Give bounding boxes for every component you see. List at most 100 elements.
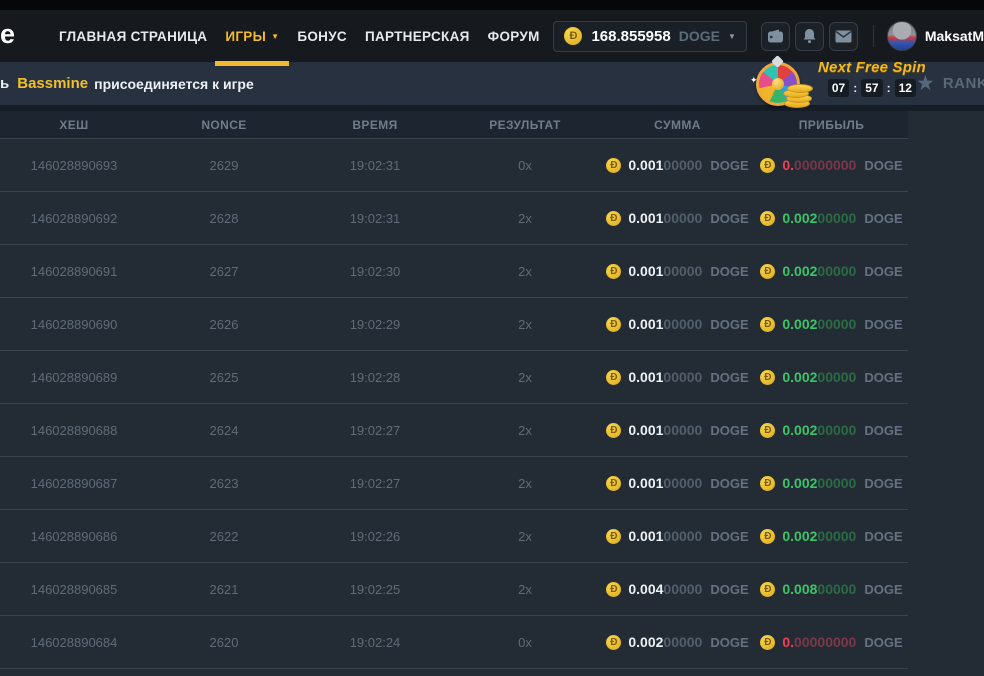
prize-wheel-icon: ✦ bbox=[756, 59, 814, 109]
rank-widget[interactable]: ★ RANK bbox=[916, 62, 984, 105]
bet-amount: Đ 0.00200000 DOGE bbox=[600, 634, 755, 650]
timer-colon: : bbox=[887, 81, 891, 95]
balance-amount: 168.855958 bbox=[591, 28, 670, 45]
bet-amount: Đ 0.00100000 DOGE bbox=[600, 210, 755, 226]
column-header-result: РЕЗУЛЬТАТ bbox=[450, 118, 600, 132]
ticker-fragment: ь bbox=[0, 75, 9, 92]
bet-hash[interactable]: 146028890691 bbox=[0, 264, 148, 279]
bet-profit: Đ 0.00200000 DOGE bbox=[755, 528, 908, 544]
currency-label: DOGE bbox=[710, 370, 748, 385]
bet-profit: Đ 0.00000000 DOGE bbox=[755, 634, 908, 650]
bet-time: 19:02:24 bbox=[300, 635, 450, 650]
mail-icon bbox=[835, 30, 852, 43]
bet-hash[interactable]: 146028890692 bbox=[0, 211, 148, 226]
bet-profit: Đ 0.00800000 DOGE bbox=[755, 581, 908, 597]
bet-profit: Đ 0.00200000 DOGE bbox=[755, 210, 908, 226]
bet-profit: Đ 0.00200000 DOGE bbox=[755, 475, 908, 491]
bet-amount: Đ 0.00100000 DOGE bbox=[600, 263, 755, 279]
bet-nonce: 2625 bbox=[148, 370, 300, 385]
notifications-button[interactable] bbox=[795, 22, 824, 51]
messages-button[interactable] bbox=[829, 22, 858, 51]
doge-coin-icon: Đ bbox=[606, 423, 621, 438]
nav-item-home[interactable]: Главная страница bbox=[50, 10, 216, 62]
column-header-amount: СУММА bbox=[600, 118, 755, 132]
nav-item-affiliate[interactable]: Партнерская bbox=[356, 10, 479, 62]
doge-coin-icon: Đ bbox=[606, 582, 621, 597]
bet-result: 2x bbox=[450, 423, 600, 438]
doge-coin-icon: Đ bbox=[606, 317, 621, 332]
currency-label: DOGE bbox=[710, 264, 748, 279]
table-row: 146028890690 2626 19:02:29 2x Đ 0.001000… bbox=[0, 298, 908, 351]
bet-time: 19:02:29 bbox=[300, 317, 450, 332]
doge-coin-icon: Đ bbox=[606, 370, 621, 385]
table-row: 146028890689 2625 19:02:28 2x Đ 0.001000… bbox=[0, 351, 908, 404]
currency-label: DOGE bbox=[864, 476, 902, 491]
ticker-player-name[interactable]: Bassmine bbox=[17, 75, 88, 92]
doge-coin-icon: Đ bbox=[760, 635, 775, 650]
doge-coin-icon: Đ bbox=[606, 211, 621, 226]
currency-label: DOGE bbox=[710, 635, 748, 650]
column-header-nonce: NONCE bbox=[148, 118, 300, 132]
chevron-down-icon: ▼ bbox=[271, 32, 279, 41]
bet-time: 19:02:27 bbox=[300, 476, 450, 491]
window-top-strip bbox=[0, 0, 984, 10]
table-row: 146028890686 2622 19:02:26 2x Đ 0.001000… bbox=[0, 510, 908, 563]
bet-hash[interactable]: 146028890690 bbox=[0, 317, 148, 332]
doge-coin-icon: Đ bbox=[564, 27, 582, 45]
bet-nonce: 2620 bbox=[148, 635, 300, 650]
timer-seconds: 12 bbox=[895, 79, 916, 97]
table-row: 146028890692 2628 19:02:31 2x Đ 0.001000… bbox=[0, 192, 908, 245]
nav-item-bonus[interactable]: Бонус bbox=[288, 10, 356, 62]
bet-amount: Đ 0.00100000 DOGE bbox=[600, 422, 755, 438]
bet-time: 19:02:31 bbox=[300, 158, 450, 173]
header-divider bbox=[873, 25, 874, 47]
currency-label: DOGE bbox=[864, 211, 902, 226]
bet-result: 2x bbox=[450, 264, 600, 279]
bet-hash[interactable]: 146028890685 bbox=[0, 582, 148, 597]
doge-coin-icon: Đ bbox=[760, 423, 775, 438]
column-header-profit: ПРИБЫЛЬ bbox=[755, 118, 908, 132]
username[interactable]: MaksatM bbox=[925, 28, 984, 44]
user-avatar[interactable] bbox=[887, 21, 917, 51]
bet-time: 19:02:28 bbox=[300, 370, 450, 385]
bet-hash[interactable]: 146028890687 bbox=[0, 476, 148, 491]
rank-label: RANK bbox=[943, 75, 984, 92]
table-row: 146028890685 2621 19:02:25 2x Đ 0.004000… bbox=[0, 563, 908, 616]
currency-label: DOGE bbox=[864, 317, 902, 332]
nav-item-games-label: Игры bbox=[225, 29, 266, 44]
bet-amount: Đ 0.00100000 DOGE bbox=[600, 528, 755, 544]
doge-coin-icon: Đ bbox=[760, 529, 775, 544]
bet-hash[interactable]: 146028890684 bbox=[0, 635, 148, 650]
bet-time: 19:02:31 bbox=[300, 211, 450, 226]
free-spin-widget[interactable]: ✦ Next Free Spin 07 : 57 : 12 bbox=[756, 59, 926, 109]
nav-item-forum[interactable]: Форум bbox=[479, 10, 549, 62]
bet-hash[interactable]: 146028890688 bbox=[0, 423, 148, 438]
site-logo[interactable]: e bbox=[0, 21, 14, 48]
bet-result: 2x bbox=[450, 370, 600, 385]
timer-colon: : bbox=[853, 81, 857, 95]
bet-result: 2x bbox=[450, 529, 600, 544]
bet-result: 0x bbox=[450, 158, 600, 173]
timer-minutes: 57 bbox=[861, 79, 882, 97]
bet-hash[interactable]: 146028890686 bbox=[0, 529, 148, 544]
balance-selector[interactable]: Đ 168.855958 DOGE ▼ bbox=[553, 21, 746, 52]
bet-result: 2x bbox=[450, 582, 600, 597]
bets-table-header: ХЕШ NONCE ВРЕМЯ РЕЗУЛЬТАТ СУММА ПРИБЫЛЬ bbox=[0, 111, 908, 139]
bet-hash[interactable]: 146028890693 bbox=[0, 158, 148, 173]
header-right: Đ 168.855958 DOGE ▼ bbox=[553, 21, 984, 52]
doge-coin-icon: Đ bbox=[760, 370, 775, 385]
bet-hash[interactable]: 146028890689 bbox=[0, 370, 148, 385]
bet-time: 19:02:26 bbox=[300, 529, 450, 544]
bell-icon bbox=[802, 28, 817, 44]
doge-coin-icon: Đ bbox=[760, 211, 775, 226]
currency-label: DOGE bbox=[710, 423, 748, 438]
bet-profit: Đ 0.00200000 DOGE bbox=[755, 369, 908, 385]
wallet-button[interactable] bbox=[761, 22, 790, 51]
balance-currency: DOGE bbox=[679, 28, 720, 44]
free-spin-timer: 07 : 57 : 12 bbox=[828, 79, 916, 97]
currency-label: DOGE bbox=[864, 370, 902, 385]
currency-label: DOGE bbox=[710, 529, 748, 544]
doge-coin-icon: Đ bbox=[760, 317, 775, 332]
nav-item-games[interactable]: Игры ▼ bbox=[216, 10, 288, 62]
bet-amount: Đ 0.00100000 DOGE bbox=[600, 475, 755, 491]
